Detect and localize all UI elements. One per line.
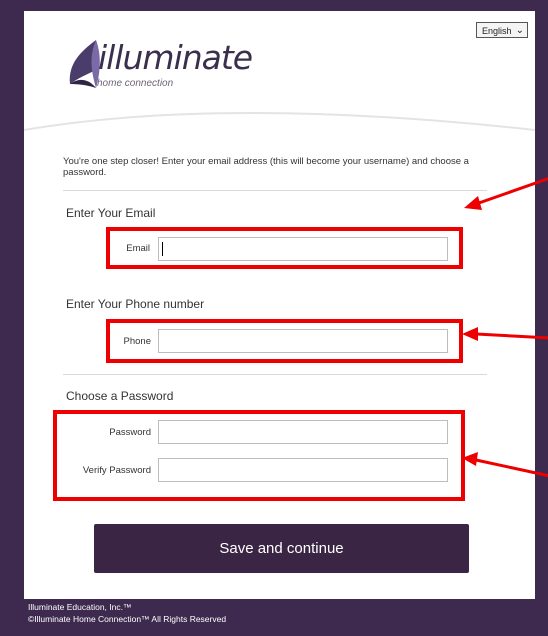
brand-name: illuminate [98,38,253,77]
phone-highlight-box [106,319,463,363]
save-and-continue-button[interactable]: Save and continue [94,524,469,573]
arrow-pointer-icon [462,327,548,341]
footer-company: Illuminate Education, Inc.™ [28,602,132,612]
arrow-pointer-icon [464,177,548,210]
email-highlight-box [106,227,463,269]
email-section-title: Enter Your Email [66,206,156,220]
language-select[interactable]: English ⌄ [476,22,528,38]
chevron-down-icon: ⌄ [515,25,524,36]
footer-copyright: ©Illuminate Home Connection™ All Rights … [28,614,227,624]
intro-text: You're one step closer! Enter your email… [63,156,469,178]
language-selected: English [482,26,512,36]
phone-section-title: Enter Your Phone number [66,297,205,311]
password-highlight-box [53,410,465,501]
brand-subtitle: home connection [97,78,174,89]
divider [63,190,487,191]
arrow-pointer-icon [462,452,548,478]
divider [63,374,487,375]
header-swoosh [24,112,535,131]
password-section-title: Choose a Password [66,389,174,403]
